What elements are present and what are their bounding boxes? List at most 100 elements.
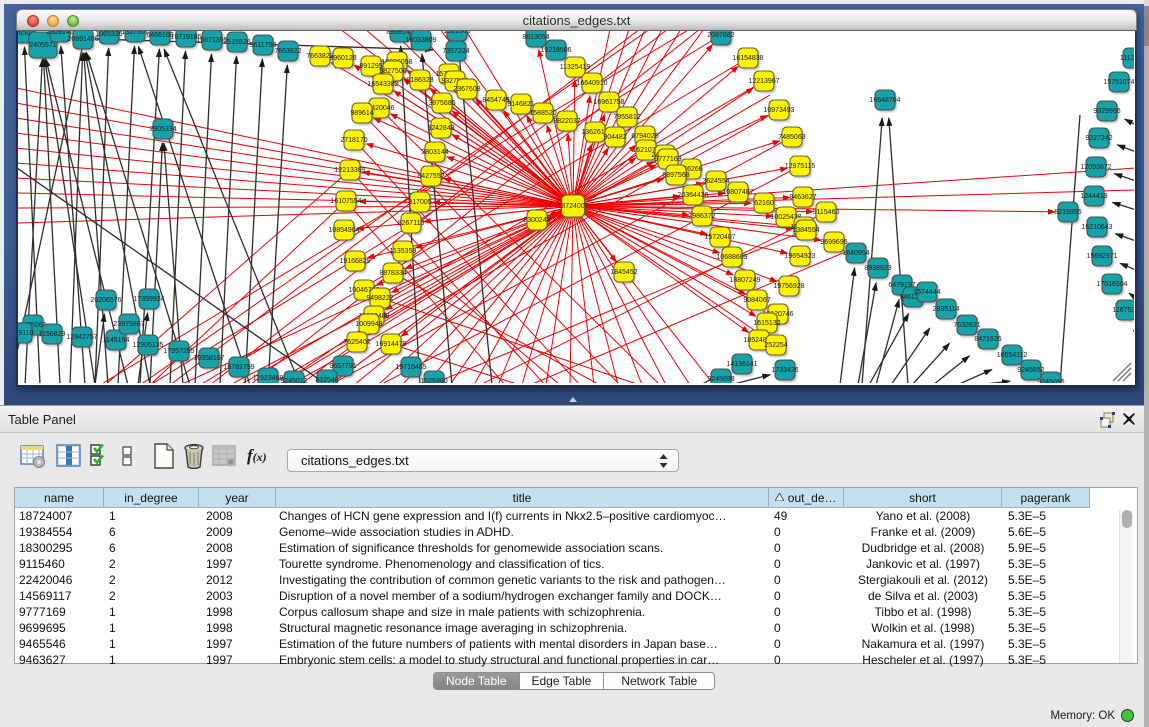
svg-text:9777169: 9777169 bbox=[654, 156, 681, 163]
svg-text:1167533: 1167533 bbox=[1113, 307, 1134, 314]
svg-text:19166829: 19166829 bbox=[339, 258, 370, 265]
svg-text:9245098: 9245098 bbox=[707, 376, 734, 383]
svg-text:23975867: 23975867 bbox=[113, 321, 144, 328]
svg-text:1588520: 1588520 bbox=[529, 110, 556, 117]
svg-text:10807487: 10807487 bbox=[722, 189, 753, 196]
svg-text:10973493: 10973493 bbox=[763, 107, 794, 114]
svg-text:8471626: 8471626 bbox=[974, 336, 1001, 343]
svg-text:9146821: 9146821 bbox=[507, 101, 534, 108]
svg-text:9245095: 9245095 bbox=[1037, 379, 1064, 383]
svg-text:62160: 62160 bbox=[754, 200, 774, 207]
svg-text:2087682: 2087682 bbox=[707, 32, 734, 39]
svg-text:2300245: 2300245 bbox=[523, 217, 550, 224]
svg-text:6897568: 6897568 bbox=[662, 172, 689, 179]
svg-text:7986372: 7986372 bbox=[688, 213, 715, 220]
svg-text:10958107: 10958107 bbox=[193, 355, 224, 362]
svg-text:1112714: 1112714 bbox=[1120, 55, 1134, 62]
svg-text:1145194: 1145194 bbox=[103, 337, 130, 344]
svg-text:16154838: 16154838 bbox=[732, 55, 763, 62]
svg-text:904482: 904482 bbox=[603, 134, 626, 141]
svg-text:1640954: 1640954 bbox=[842, 250, 869, 257]
svg-text:2405571: 2405571 bbox=[29, 42, 56, 49]
svg-text:19756928: 19756928 bbox=[773, 283, 804, 290]
svg-text:8938923: 8938923 bbox=[864, 265, 891, 272]
svg-text:1615132: 1615132 bbox=[753, 320, 780, 327]
svg-text:8427552: 8427552 bbox=[417, 173, 444, 180]
svg-text:18724007: 18724007 bbox=[557, 203, 588, 210]
svg-text:12093872: 12093872 bbox=[1080, 164, 1111, 171]
svg-text:9498222: 9498222 bbox=[366, 295, 393, 302]
svg-text:9329966: 9329966 bbox=[1093, 108, 1120, 115]
svg-text:10854904: 10854904 bbox=[328, 227, 359, 234]
svg-text:11325419: 11325419 bbox=[560, 64, 591, 71]
svg-text:8454749: 8454749 bbox=[482, 97, 509, 104]
svg-text:16640910: 16640910 bbox=[576, 80, 607, 87]
svg-text:20206576: 20206576 bbox=[90, 297, 121, 304]
svg-text:15751074: 15751074 bbox=[1103, 79, 1134, 86]
svg-text:9084067: 9084067 bbox=[743, 297, 770, 304]
svg-text:12975115: 12975115 bbox=[785, 163, 816, 170]
svg-text:8186328: 8186328 bbox=[406, 77, 433, 84]
svg-text:19716485: 19716485 bbox=[395, 364, 426, 371]
svg-text:252254: 252254 bbox=[764, 342, 787, 349]
svg-text:2367608: 2367608 bbox=[453, 86, 480, 93]
svg-text:11923468: 11923468 bbox=[253, 375, 284, 382]
svg-text:817005: 817005 bbox=[408, 199, 431, 206]
svg-text:9115460: 9115460 bbox=[813, 209, 840, 216]
svg-text:16210643: 16210643 bbox=[1081, 224, 1112, 231]
svg-text:7632621: 7632621 bbox=[953, 322, 980, 329]
svg-text:16782759: 16782759 bbox=[223, 364, 254, 371]
svg-text:16648764: 16648764 bbox=[869, 97, 900, 104]
svg-text:9463627: 9463627 bbox=[789, 194, 816, 201]
svg-text:1521905: 1521905 bbox=[443, 31, 470, 35]
svg-text:16033809: 16033809 bbox=[405, 37, 436, 44]
svg-text:1733426: 1733426 bbox=[771, 367, 798, 374]
svg-text:16914479: 16914479 bbox=[375, 341, 406, 348]
svg-text:7663822: 7663822 bbox=[274, 48, 301, 55]
svg-text:10654112: 10654112 bbox=[997, 352, 1028, 359]
svg-text:10688609: 10688609 bbox=[716, 254, 747, 261]
svg-text:15720407: 15720407 bbox=[704, 234, 735, 241]
svg-text:1065326: 1065326 bbox=[95, 31, 122, 38]
svg-text:1845452: 1845452 bbox=[610, 269, 637, 276]
svg-text:12213369: 12213369 bbox=[334, 167, 365, 174]
svg-text:9699695: 9699695 bbox=[820, 239, 847, 246]
svg-text:7955812: 7955812 bbox=[613, 114, 640, 121]
svg-text:7485063: 7485063 bbox=[778, 134, 805, 141]
svg-text:19654923: 19654923 bbox=[784, 253, 815, 260]
svg-text:2803144: 2803144 bbox=[421, 149, 448, 156]
svg-text:1135359: 1135359 bbox=[390, 248, 417, 255]
svg-text:14136141: 14136141 bbox=[726, 361, 757, 368]
svg-text:8822037: 8822037 bbox=[553, 118, 580, 125]
svg-text:9245012: 9245012 bbox=[280, 378, 307, 383]
svg-text:1525360: 1525360 bbox=[420, 378, 447, 383]
svg-text:1156829: 1156829 bbox=[39, 331, 66, 338]
svg-text:8878334: 8878334 bbox=[379, 270, 406, 277]
svg-text:9657791: 9657791 bbox=[329, 363, 356, 370]
svg-text:2905334: 2905334 bbox=[149, 126, 176, 133]
svg-text:1384554: 1384554 bbox=[792, 227, 819, 234]
svg-text:16107554: 16107554 bbox=[330, 198, 361, 205]
svg-text:9227342: 9227342 bbox=[1085, 135, 1112, 142]
svg-text:16961758: 16961758 bbox=[593, 99, 624, 106]
svg-text:17016504: 17016504 bbox=[1096, 281, 1127, 288]
svg-text:17957255: 17957255 bbox=[163, 348, 194, 355]
svg-text:12213967: 12213967 bbox=[748, 78, 779, 85]
svg-text:8813054: 8813054 bbox=[522, 34, 549, 41]
svg-text:12942757: 12942757 bbox=[66, 334, 97, 341]
svg-text:1327607: 1327607 bbox=[121, 31, 148, 36]
svg-text:7515526: 7515526 bbox=[223, 39, 250, 46]
svg-text:19218506: 19218506 bbox=[540, 47, 571, 54]
svg-text:8267110: 8267110 bbox=[398, 220, 425, 227]
svg-text:17359924: 17359924 bbox=[133, 296, 164, 303]
svg-text:2718170: 2718170 bbox=[340, 137, 367, 144]
svg-text:7625402: 7625402 bbox=[343, 339, 370, 346]
svg-text:9242848: 9242848 bbox=[427, 125, 454, 132]
svg-text:1574444: 1574444 bbox=[913, 289, 940, 296]
svg-text:12905135: 12905135 bbox=[132, 342, 163, 349]
svg-text:18807249: 18807249 bbox=[729, 277, 760, 284]
svg-text:20691406: 20691406 bbox=[67, 36, 98, 43]
svg-text:8960128: 8960128 bbox=[329, 55, 356, 62]
svg-text:6794028: 6794028 bbox=[631, 133, 658, 140]
svg-text:3624554: 3624554 bbox=[702, 178, 729, 185]
